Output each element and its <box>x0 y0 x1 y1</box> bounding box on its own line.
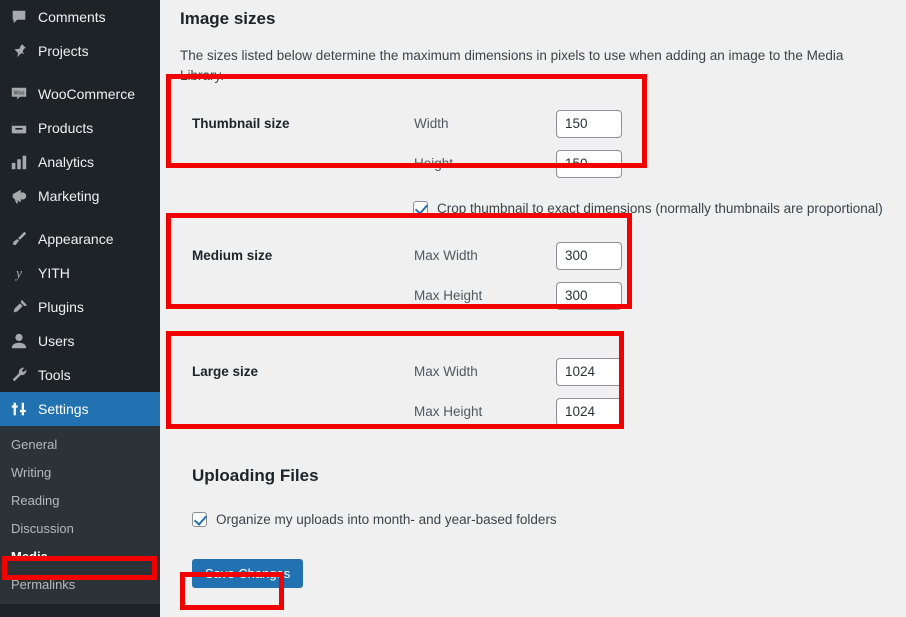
medium-max-width-input[interactable] <box>556 241 622 270</box>
medium-max-width-label: Max Width <box>414 248 478 264</box>
large-size-block: Large size Max Width Max Height <box>180 346 886 440</box>
megaphone-icon <box>9 186 29 206</box>
large-width-row: Large size Max Width <box>192 352 886 392</box>
sidebar-item-label: Appearance <box>38 231 114 247</box>
sidebar-item-marketing[interactable]: Marketing <box>0 179 160 213</box>
bar-chart-icon <box>9 152 29 172</box>
sidebar-item-label: Settings <box>38 401 89 417</box>
sidebar-item-analytics[interactable]: Analytics <box>0 145 160 179</box>
sidebar-item-comments[interactable]: Comments <box>0 0 160 34</box>
large-max-width-label: Max Width <box>414 364 478 380</box>
page-title: Image sizes <box>180 9 276 28</box>
submenu-item-reading[interactable]: Reading <box>0 487 160 515</box>
medium-size-block: Medium size Max Width Max Height <box>180 230 886 324</box>
thumbnail-width-row: Thumbnail size Width <box>192 104 886 144</box>
sidebar-item-users[interactable]: Users <box>0 324 160 358</box>
sidebar-item-tools[interactable]: Tools <box>0 358 160 392</box>
sidebar-separator <box>0 68 160 77</box>
sidebar-item-label: Users <box>38 333 75 349</box>
sidebar-item-label: Comments <box>38 9 106 25</box>
save-button-wrap: Save Changes <box>180 558 886 589</box>
comments-icon <box>9 7 29 27</box>
admin-sidebar: Comments Projects Woo WooCommerce Produc… <box>0 0 168 617</box>
medium-max-height-input[interactable] <box>556 281 622 310</box>
organize-uploads-checkbox[interactable] <box>192 511 207 527</box>
thumbnail-size-label: Thumbnail size <box>192 116 290 132</box>
crop-thumbnail-label: Crop thumbnail to exact dimensions (norm… <box>437 200 883 216</box>
sidebar-item-woocommerce[interactable]: Woo WooCommerce <box>0 77 160 111</box>
save-changes-button[interactable]: Save Changes <box>192 558 304 589</box>
products-box-icon <box>9 118 29 138</box>
yith-icon: y <box>9 263 29 283</box>
submenu-item-writing[interactable]: Writing <box>0 459 160 487</box>
submenu-item-media[interactable]: Media <box>0 543 160 571</box>
large-size-label: Large size <box>192 364 259 380</box>
medium-max-height-label: Max Height <box>414 288 483 304</box>
pushpin-icon <box>9 41 29 61</box>
thumbnail-height-input[interactable] <box>556 149 622 178</box>
organize-uploads-row: Organize my uploads into month- and year… <box>180 511 886 527</box>
sidebar-item-label: Projects <box>38 43 89 59</box>
sidebar-item-label: Products <box>38 120 94 136</box>
sidebar-item-label: WooCommerce <box>38 86 135 102</box>
sliders-icon <box>9 399 29 419</box>
wrench-icon <box>9 365 29 385</box>
user-icon <box>9 331 29 351</box>
woocommerce-icon: Woo <box>9 84 29 104</box>
sidebar-item-products[interactable]: Products <box>0 111 160 145</box>
submenu-item-general[interactable]: General <box>0 431 160 459</box>
image-sizes-description: The sizes listed below determine the max… <box>180 48 844 84</box>
large-max-height-input[interactable] <box>556 397 622 426</box>
large-max-height-label: Max Height <box>414 404 483 420</box>
crop-thumbnail-checkbox[interactable] <box>413 200 428 216</box>
sidebar-item-projects[interactable]: Projects <box>0 34 160 68</box>
thumbnail-height-row: Height <box>192 144 886 184</box>
sidebar-item-yith[interactable]: y YITH <box>0 256 160 290</box>
svg-text:Woo: Woo <box>14 90 25 96</box>
sidebar-item-label: Tools <box>38 367 71 383</box>
large-height-row: Max Height <box>192 392 886 432</box>
thumbnail-width-label: Width <box>414 116 449 132</box>
sidebar-separator <box>0 213 160 222</box>
medium-size-label: Medium size <box>192 248 273 264</box>
thumbnail-height-label: Height <box>414 156 454 172</box>
crop-thumbnail-row: Crop thumbnail to exact dimensions (norm… <box>180 200 886 216</box>
main-content: Image sizes The sizes listed below deter… <box>160 0 906 617</box>
medium-height-row: Max Height <box>192 276 886 316</box>
sidebar-item-plugins[interactable]: Plugins <box>0 290 160 324</box>
settings-submenu: General Writing Reading Discussion Media… <box>0 426 160 604</box>
sidebar-item-label: YITH <box>38 265 70 281</box>
submenu-item-discussion[interactable]: Discussion <box>0 515 160 543</box>
organize-uploads-label: Organize my uploads into month- and year… <box>216 511 557 527</box>
large-max-width-input[interactable] <box>556 357 622 386</box>
sidebar-item-label: Marketing <box>38 188 100 204</box>
sidebar-item-label: Plugins <box>38 299 84 315</box>
medium-width-row: Medium size Max Width <box>192 236 886 276</box>
uploading-files-title: Uploading Files <box>192 465 319 485</box>
sidebar-item-appearance[interactable]: Appearance <box>0 222 160 256</box>
thumbnail-width-input[interactable] <box>556 109 622 138</box>
sidebar-item-label: Analytics <box>38 154 95 170</box>
svg-text:y: y <box>14 266 22 281</box>
paintbrush-icon <box>9 229 29 249</box>
sidebar-item-settings[interactable]: Settings <box>0 392 168 426</box>
submenu-item-permalinks[interactable]: Permalinks <box>0 571 160 599</box>
thumbnail-size-block: Thumbnail size Width Height <box>180 98 886 192</box>
plug-icon <box>9 297 29 317</box>
